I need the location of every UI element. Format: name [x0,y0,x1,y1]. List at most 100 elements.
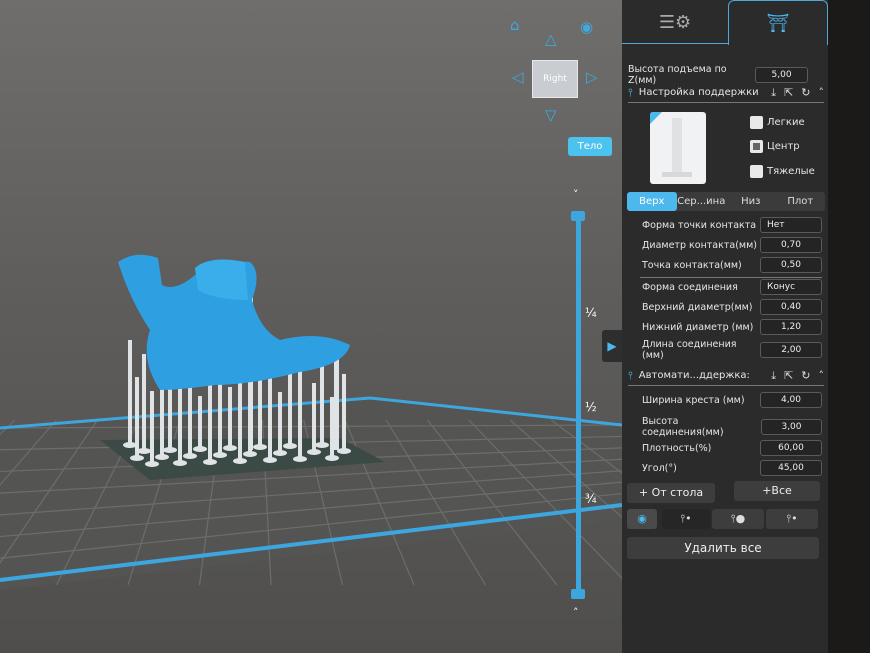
support-base [273,450,287,456]
body-button[interactable]: Тело [568,137,612,156]
support-base [283,443,297,449]
subtab-density[interactable]: Плот [776,192,826,211]
support-subtabs: Верх Сер...ина Низ Плот [627,192,825,211]
support-base [203,459,217,465]
subtab-top[interactable]: Верх [627,192,677,211]
view-left-icon[interactable]: ◁ [512,70,524,85]
checkbox[interactable] [750,116,763,129]
subtab-bottom[interactable]: Низ [726,192,776,211]
field-row: Ширина креста (мм) 4,00 [628,392,822,408]
layer-slider-bottom-handle[interactable] [571,589,585,599]
field-input[interactable]: 60,00 [760,440,822,456]
field-row: Плотность(%) 60,00 [628,440,822,456]
field-label: Форма точки контакта [642,219,757,231]
field-row: Форма точки контакта Нет [628,217,822,233]
field-row: Диаметр контакта(мм) 0,70 [628,237,822,253]
support-base [193,446,207,452]
field-label: Форма соединения [642,281,738,293]
tab-supports[interactable]: ⛩ [728,0,828,45]
support-base [315,442,329,448]
import-icon[interactable]: ⤓ [771,369,776,383]
auto-support-title: Автомати...ддержка: [638,370,750,381]
support-pillar [142,354,146,451]
layer-slider-track[interactable] [576,216,581,594]
field-select[interactable]: Нет [760,217,822,233]
checkbox[interactable] [750,165,763,178]
reset-icon[interactable]: ↻ [801,369,810,383]
field-label: Угол(°) [642,462,677,474]
view-down-icon[interactable]: ▽ [545,108,557,123]
support-base [243,451,257,457]
subtab-middle[interactable]: Сер...ина [677,192,727,211]
support-base [337,448,351,454]
support-pillar [128,340,132,445]
field-label: Точка контакта(мм) [642,259,742,271]
reset-icon[interactable]: ↻ [801,86,810,100]
support-mode-1-button[interactable]: ⫯• [662,509,710,529]
tab-settings[interactable]: ☰⚙ [622,0,728,44]
support-base [123,442,137,448]
delete-all-button[interactable]: Удалить все [627,537,819,559]
support-mode-3-button[interactable]: ⫯• [766,509,818,529]
view-up-icon[interactable]: △ [545,32,557,47]
collapse-icon[interactable]: ˄ [819,86,825,100]
home-view-icon[interactable]: ⌂ [510,18,520,33]
support-base [307,449,321,455]
field-select[interactable]: Конус [760,279,822,295]
view-right-icon[interactable]: ▷ [586,70,598,85]
lift-height-input[interactable]: 5,00 [755,67,808,83]
model [118,254,350,390]
field-input[interactable]: 45,00 [760,460,822,476]
field-input[interactable]: 0,40 [760,299,822,315]
preset-heavy[interactable]: Тяжелые [750,165,815,178]
3d-viewport[interactable]: ⌂ ◉ △ ◁ ▷ ▽ Right Тело ˅ ¼ ½ ¾ ˄ ▶ [0,0,622,653]
support-pillar [208,373,212,462]
support-point-icon: ⫯• [680,512,692,525]
support-base [325,455,339,461]
collapse-icon[interactable]: ˄ [819,369,825,383]
support-point-icon: ⫯• [786,512,798,525]
preset-light[interactable]: Легкие [750,116,805,129]
add-all-button[interactable]: +Все [734,481,820,501]
preset-label: Тяжелые [767,166,815,177]
checkbox[interactable] [750,140,763,153]
support-base [183,453,197,459]
visibility-mode-button[interactable]: ◉ [627,509,657,529]
eye-icon[interactable]: ◉ [580,20,593,35]
view-cube[interactable]: Right [532,60,578,98]
field-label: Плотность(%) [642,442,712,454]
preset-label: Центр [767,141,800,152]
field-input[interactable]: 1,20 [760,319,822,335]
field-row: Угол(°) 45,00 [628,460,822,476]
support-structure-icon: ⛩ [766,12,790,34]
support-base [233,458,247,464]
support-pillar [150,391,154,464]
support-base [293,456,307,462]
support-preview-image [650,112,706,184]
support-panel: ☰⚙ ⛩ Высота подъема по Z(мм) 5,00 ⫯ Наст… [622,0,828,653]
field-input[interactable]: 0,70 [760,237,822,253]
preset-center[interactable]: Центр [750,140,800,153]
field-label: Высота соединения(мм) [642,416,724,438]
export-icon[interactable]: ⇱ [784,86,793,100]
support-pillar [198,396,202,449]
support-base [213,452,227,458]
field-input[interactable]: 3,00 [760,419,822,435]
expand-panel-button[interactable]: ▶ [602,330,622,362]
support-icon: ⫯ [628,85,633,99]
layer-slider-top-handle[interactable] [571,211,585,221]
support-mode-2-button[interactable]: ⫯● [712,509,764,529]
add-from-table-button[interactable]: + От стола [627,483,715,503]
import-icon[interactable]: ⤓ [771,86,776,100]
view-cube-label: Right [543,74,567,84]
chevron-up-icon[interactable]: ˄ [573,606,579,619]
field-row: Нижний диаметр (мм) 1,20 [628,319,822,335]
field-input[interactable]: 4,00 [760,392,822,408]
support-base [137,448,151,454]
field-input[interactable]: 0,50 [760,257,822,273]
field-input[interactable]: 2,00 [760,342,822,358]
chevron-down-icon[interactable]: ˅ [573,188,579,201]
export-icon[interactable]: ⇱ [784,369,793,383]
build-plate-scene [0,254,622,590]
support-base [155,454,169,460]
